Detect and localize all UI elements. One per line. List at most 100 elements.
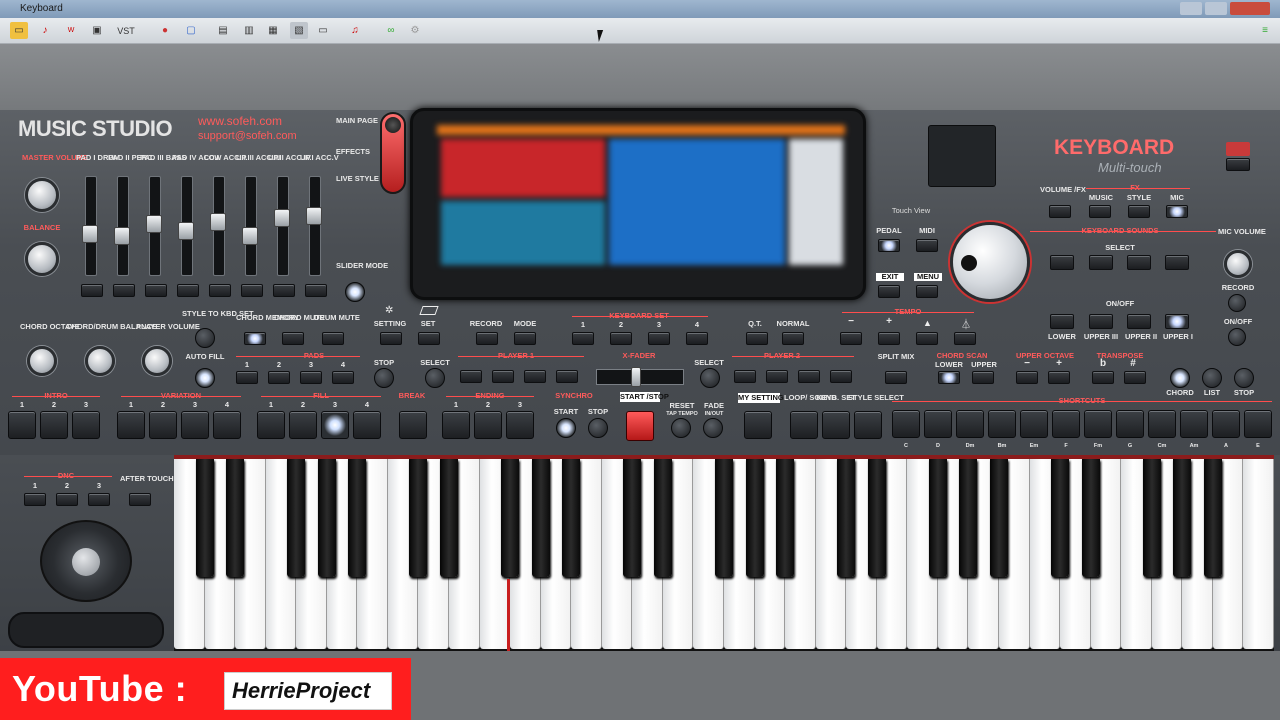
player1-prev-button[interactable] [524,370,546,383]
intro-button[interactable] [72,411,100,439]
window-icon[interactable]: ▢ [182,22,200,39]
player2-select-button[interactable] [700,368,720,388]
wma-icon[interactable]: W [62,22,80,39]
slider-handle[interactable] [242,227,258,245]
lower-onoff-button[interactable] [1050,314,1074,329]
record-button[interactable] [476,332,498,345]
shortcut-button[interactable] [1212,410,1240,438]
mic-volume-knob[interactable] [1224,250,1252,278]
layout-icon[interactable]: ▧ [290,22,308,39]
pad-button[interactable] [332,371,354,384]
auto-fill-button[interactable] [195,368,215,388]
screen-mode-selector[interactable] [380,112,406,194]
joystick[interactable] [40,520,132,602]
tempo-lock-button[interactable] [916,332,938,345]
player1-play-button[interactable] [556,370,578,383]
black-key[interactable] [1142,459,1161,577]
keyboard-set-button[interactable] [572,332,594,345]
slider-track[interactable] [309,176,321,276]
selector-handle[interactable] [385,117,401,133]
slider-handle[interactable] [210,213,226,231]
tempo-plus-button[interactable] [878,332,900,345]
after-touch-button[interactable] [129,493,151,506]
lower-select-button[interactable] [1050,255,1074,270]
slider-button[interactable] [305,284,327,297]
pedal-button[interactable] [878,239,900,252]
ending-button[interactable] [506,411,534,439]
slider-mode-button[interactable] [345,282,365,302]
my-setting-button[interactable] [744,411,772,439]
loop-sound-button[interactable] [790,411,818,439]
normal-button[interactable] [782,332,804,345]
chord-drum-balance-knob[interactable] [85,346,115,376]
midi-button[interactable] [916,239,938,252]
shortcut-button[interactable] [924,410,952,438]
black-key[interactable] [348,459,367,577]
transpose-sharp-button[interactable] [1124,371,1146,384]
vst-menu[interactable]: VST [108,22,144,39]
volume-fx-button[interactable] [1049,205,1071,218]
maximize-button[interactable] [1205,2,1227,15]
fx-style-button[interactable] [1128,205,1150,218]
player2-forward-button[interactable] [766,370,788,383]
shortcut-button[interactable] [1116,410,1144,438]
mic-record-button[interactable] [1228,294,1246,312]
synchro-start-button[interactable] [556,418,576,438]
black-key[interactable] [440,459,458,577]
fade-button[interactable] [703,418,723,438]
slider-handle[interactable] [274,209,290,227]
slider-button[interactable] [177,284,199,297]
ending-button[interactable] [442,411,470,439]
black-key[interactable] [531,459,550,577]
intro-button[interactable] [40,411,68,439]
player2-rewind-button[interactable] [734,370,756,383]
black-key[interactable] [653,459,672,577]
slider-handle[interactable] [114,227,130,245]
ending-button[interactable] [474,411,502,439]
slider-button[interactable] [113,284,135,297]
player-volume-knob[interactable] [142,346,172,376]
chord-octave-knob[interactable] [27,346,57,376]
screen-icon[interactable]: ▭ [314,22,332,39]
slider-handle[interactable] [146,215,162,233]
chord-scan-lower-button[interactable] [938,371,960,384]
display-screen[interactable] [410,108,866,300]
open-folder-icon[interactable]: ▭ [10,22,28,39]
keyb-set-button[interactable] [822,411,850,439]
slider-button[interactable] [209,284,231,297]
style-to-kbd-button[interactable] [195,328,215,348]
brand-email[interactable]: support@sofeh.com [198,130,297,142]
upper2-onoff-button[interactable] [1127,314,1151,329]
tempo-minus-button[interactable] [840,332,862,345]
black-key[interactable] [501,459,520,577]
fill-button[interactable] [289,411,317,439]
black-key[interactable] [1173,459,1192,577]
black-key[interactable] [317,459,336,577]
upper2-select-button[interactable] [1127,255,1151,270]
save-icon[interactable]: ▣ [88,22,106,39]
pad-button[interactable] [236,371,258,384]
player1-forward-button[interactable] [492,370,514,383]
upper3-onoff-button[interactable] [1089,314,1113,329]
transpose-flat-button[interactable] [1092,371,1114,384]
black-key[interactable] [1081,459,1100,577]
black-key[interactable] [195,459,214,577]
player1-rewind-button[interactable] [460,370,482,383]
upper3-select-button[interactable] [1089,255,1113,270]
pad-button[interactable] [300,371,322,384]
fill-button[interactable] [257,411,285,439]
dnc-button[interactable] [24,493,46,506]
menu-button[interactable] [916,285,938,298]
variation-button[interactable] [117,411,145,439]
settings-icon[interactable]: ⚙ [406,22,424,39]
dnc-button[interactable] [56,493,78,506]
upper1-select-button[interactable] [1165,255,1189,270]
upper1-onoff-button[interactable] [1165,314,1189,329]
slider-track[interactable] [117,176,129,276]
white-key[interactable] [1243,459,1274,649]
ribbon-controller[interactable] [8,612,164,648]
black-key[interactable] [745,459,764,577]
shortcut-button[interactable] [1148,410,1176,438]
black-key[interactable] [1203,459,1222,577]
slider-handle[interactable] [178,222,194,240]
